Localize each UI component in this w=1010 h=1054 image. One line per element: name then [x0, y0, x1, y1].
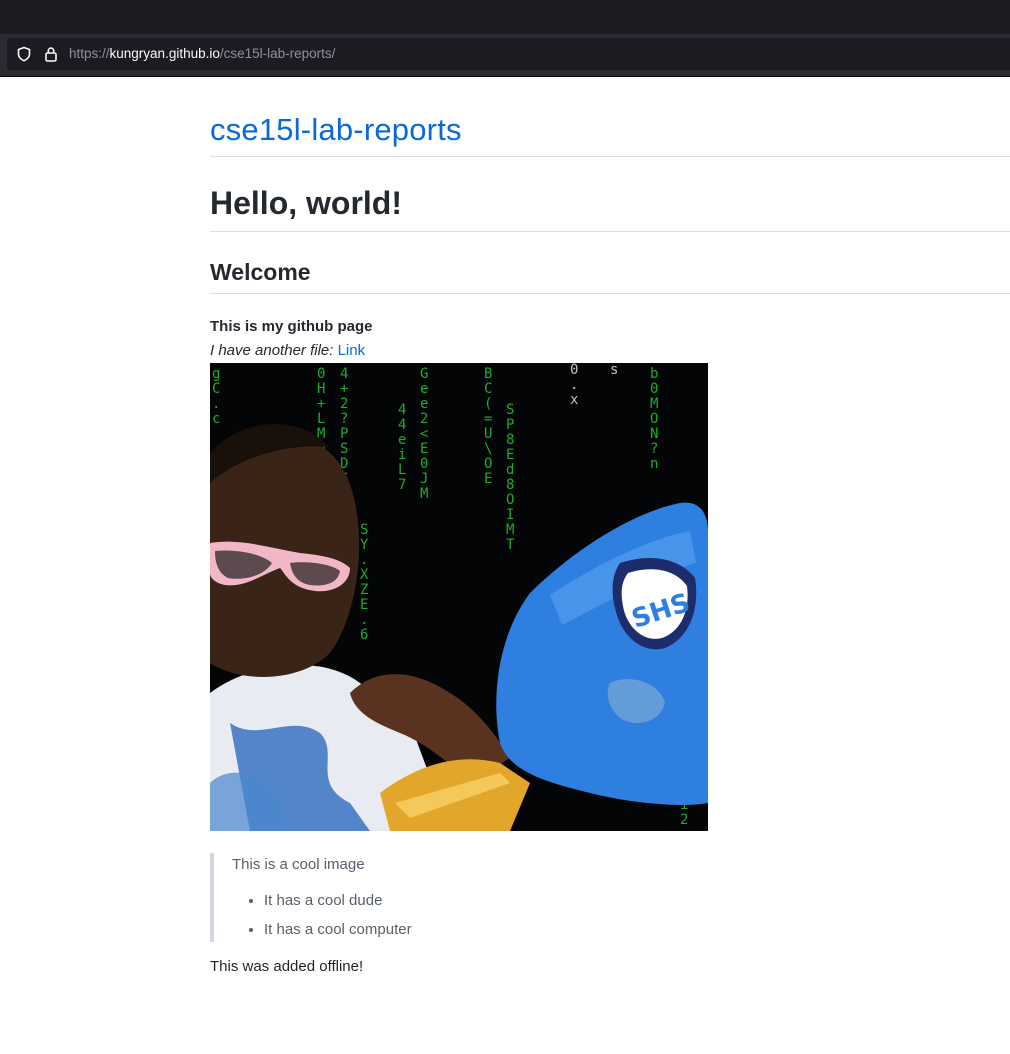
- url-scheme: https://: [69, 46, 110, 61]
- intro-paragraph: This is my github page I have another fi…: [210, 315, 1010, 363]
- list-item: It has a cool computer: [264, 918, 1010, 942]
- list-item: It has a cool dude: [264, 889, 1010, 913]
- quote-list: It has a cool dude It has a cool compute…: [232, 889, 1010, 942]
- url-path: /cse15l-lab-reports/: [219, 46, 336, 61]
- url-host: kungryan.github.io: [109, 46, 220, 61]
- lock-icon[interactable]: [43, 46, 59, 62]
- meme-image: g C . c 0 H + L M e C Y 4 + 2 ? P S D G …: [210, 363, 708, 831]
- shield-icon[interactable]: [16, 46, 32, 62]
- quote-text: This is a cool image: [232, 856, 365, 873]
- meme-illustration: SHS: [210, 424, 708, 831]
- navigation-toolbar: https://kungryan.github.io/cse15l-lab-re…: [0, 34, 1010, 77]
- offline-note: This was added offline!: [210, 958, 364, 975]
- bold-line: This is my github page: [210, 318, 373, 335]
- italic-line: I have another file:: [210, 342, 338, 359]
- site-title-link[interactable]: cse15l-lab-reports: [210, 112, 1010, 157]
- page-heading: Hello, world!: [210, 185, 1010, 232]
- url-text[interactable]: https://kungryan.github.io/cse15l-lab-re…: [69, 46, 335, 61]
- page-content: cse15l-lab-reports Hello, world! Welcome…: [210, 76, 1010, 990]
- tab-strip: [0, 0, 1010, 34]
- address-bar[interactable]: https://kungryan.github.io/cse15l-lab-re…: [7, 38, 1010, 70]
- another-file-link[interactable]: Link: [338, 342, 366, 359]
- section-heading: Welcome: [210, 259, 1010, 294]
- italic-prefix: I have another file:: [210, 342, 338, 359]
- image-caption-quote: This is a cool image It has a cool dude …: [210, 853, 1010, 942]
